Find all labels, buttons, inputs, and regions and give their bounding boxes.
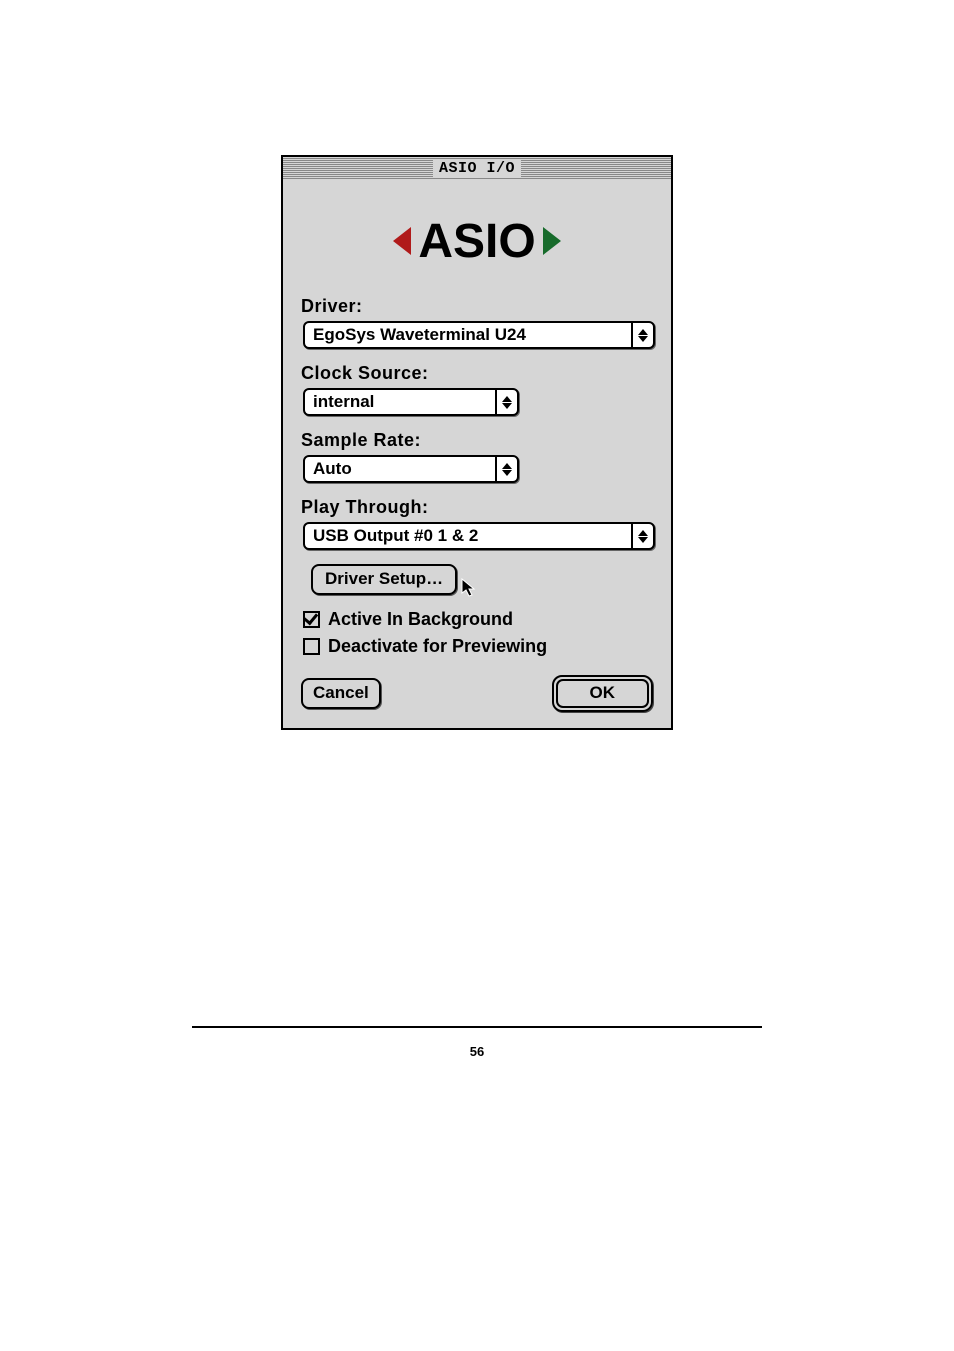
ok-button-frame: OK [552,675,654,712]
sample-rate-dropdown[interactable]: Auto [303,455,519,483]
driver-value: EgoSys Waveterminal U24 [305,323,631,347]
driver-field: Driver: EgoSys Waveterminal U24 [301,296,653,349]
driver-label: Driver: [301,296,653,317]
dialog-title: ASIO I/O [433,160,521,177]
driver-setup-row: Driver Setup… [311,564,653,595]
driver-setup-button[interactable]: Driver Setup… [311,564,457,595]
active-background-checkbox[interactable] [303,611,320,628]
document-page: ASIO I/O ASIO Driver: EgoSys Wavetermina… [0,0,954,1351]
play-through-dropdown[interactable]: USB Output #0 1 & 2 [303,522,655,550]
dropdown-arrows-icon [631,524,653,548]
deactivate-preview-row[interactable]: Deactivate for Previewing [303,636,653,657]
dialog-titlebar: ASIO I/O [283,157,671,179]
sample-rate-label: Sample Rate: [301,430,653,451]
ok-button[interactable]: OK [556,679,650,708]
svg-text:ASIO: ASIO [418,215,535,268]
dropdown-arrows-icon [495,457,517,481]
dropdown-arrows-icon [495,390,517,414]
driver-dropdown[interactable]: EgoSys Waveterminal U24 [303,321,655,349]
footer-rule [192,1026,762,1028]
deactivate-preview-label: Deactivate for Previewing [328,636,547,657]
play-through-label: Play Through: [301,497,653,518]
clock-source-label: Clock Source: [301,363,653,384]
sample-rate-field: Sample Rate: Auto [301,430,653,483]
deactivate-preview-checkbox[interactable] [303,638,320,655]
asio-logo: ASIO [301,209,653,278]
clock-source-field: Clock Source: internal [301,363,653,416]
clock-source-value: internal [305,390,495,414]
play-through-field: Play Through: USB Output #0 1 & 2 [301,497,653,550]
active-background-label: Active In Background [328,609,513,630]
play-through-value: USB Output #0 1 & 2 [305,524,631,548]
mouse-cursor-icon [461,578,477,598]
dropdown-arrows-icon [631,323,653,347]
page-number: 56 [0,1044,954,1059]
cancel-button[interactable]: Cancel [301,678,381,709]
asio-dialog: ASIO I/O ASIO Driver: EgoSys Wavetermina… [281,155,673,730]
clock-source-dropdown[interactable]: internal [303,388,519,416]
dialog-body: ASIO Driver: EgoSys Waveterminal U24 Clo… [283,179,671,728]
sample-rate-value: Auto [305,457,495,481]
active-background-row[interactable]: Active In Background [303,609,653,630]
dialog-button-row: Cancel OK [301,675,653,712]
